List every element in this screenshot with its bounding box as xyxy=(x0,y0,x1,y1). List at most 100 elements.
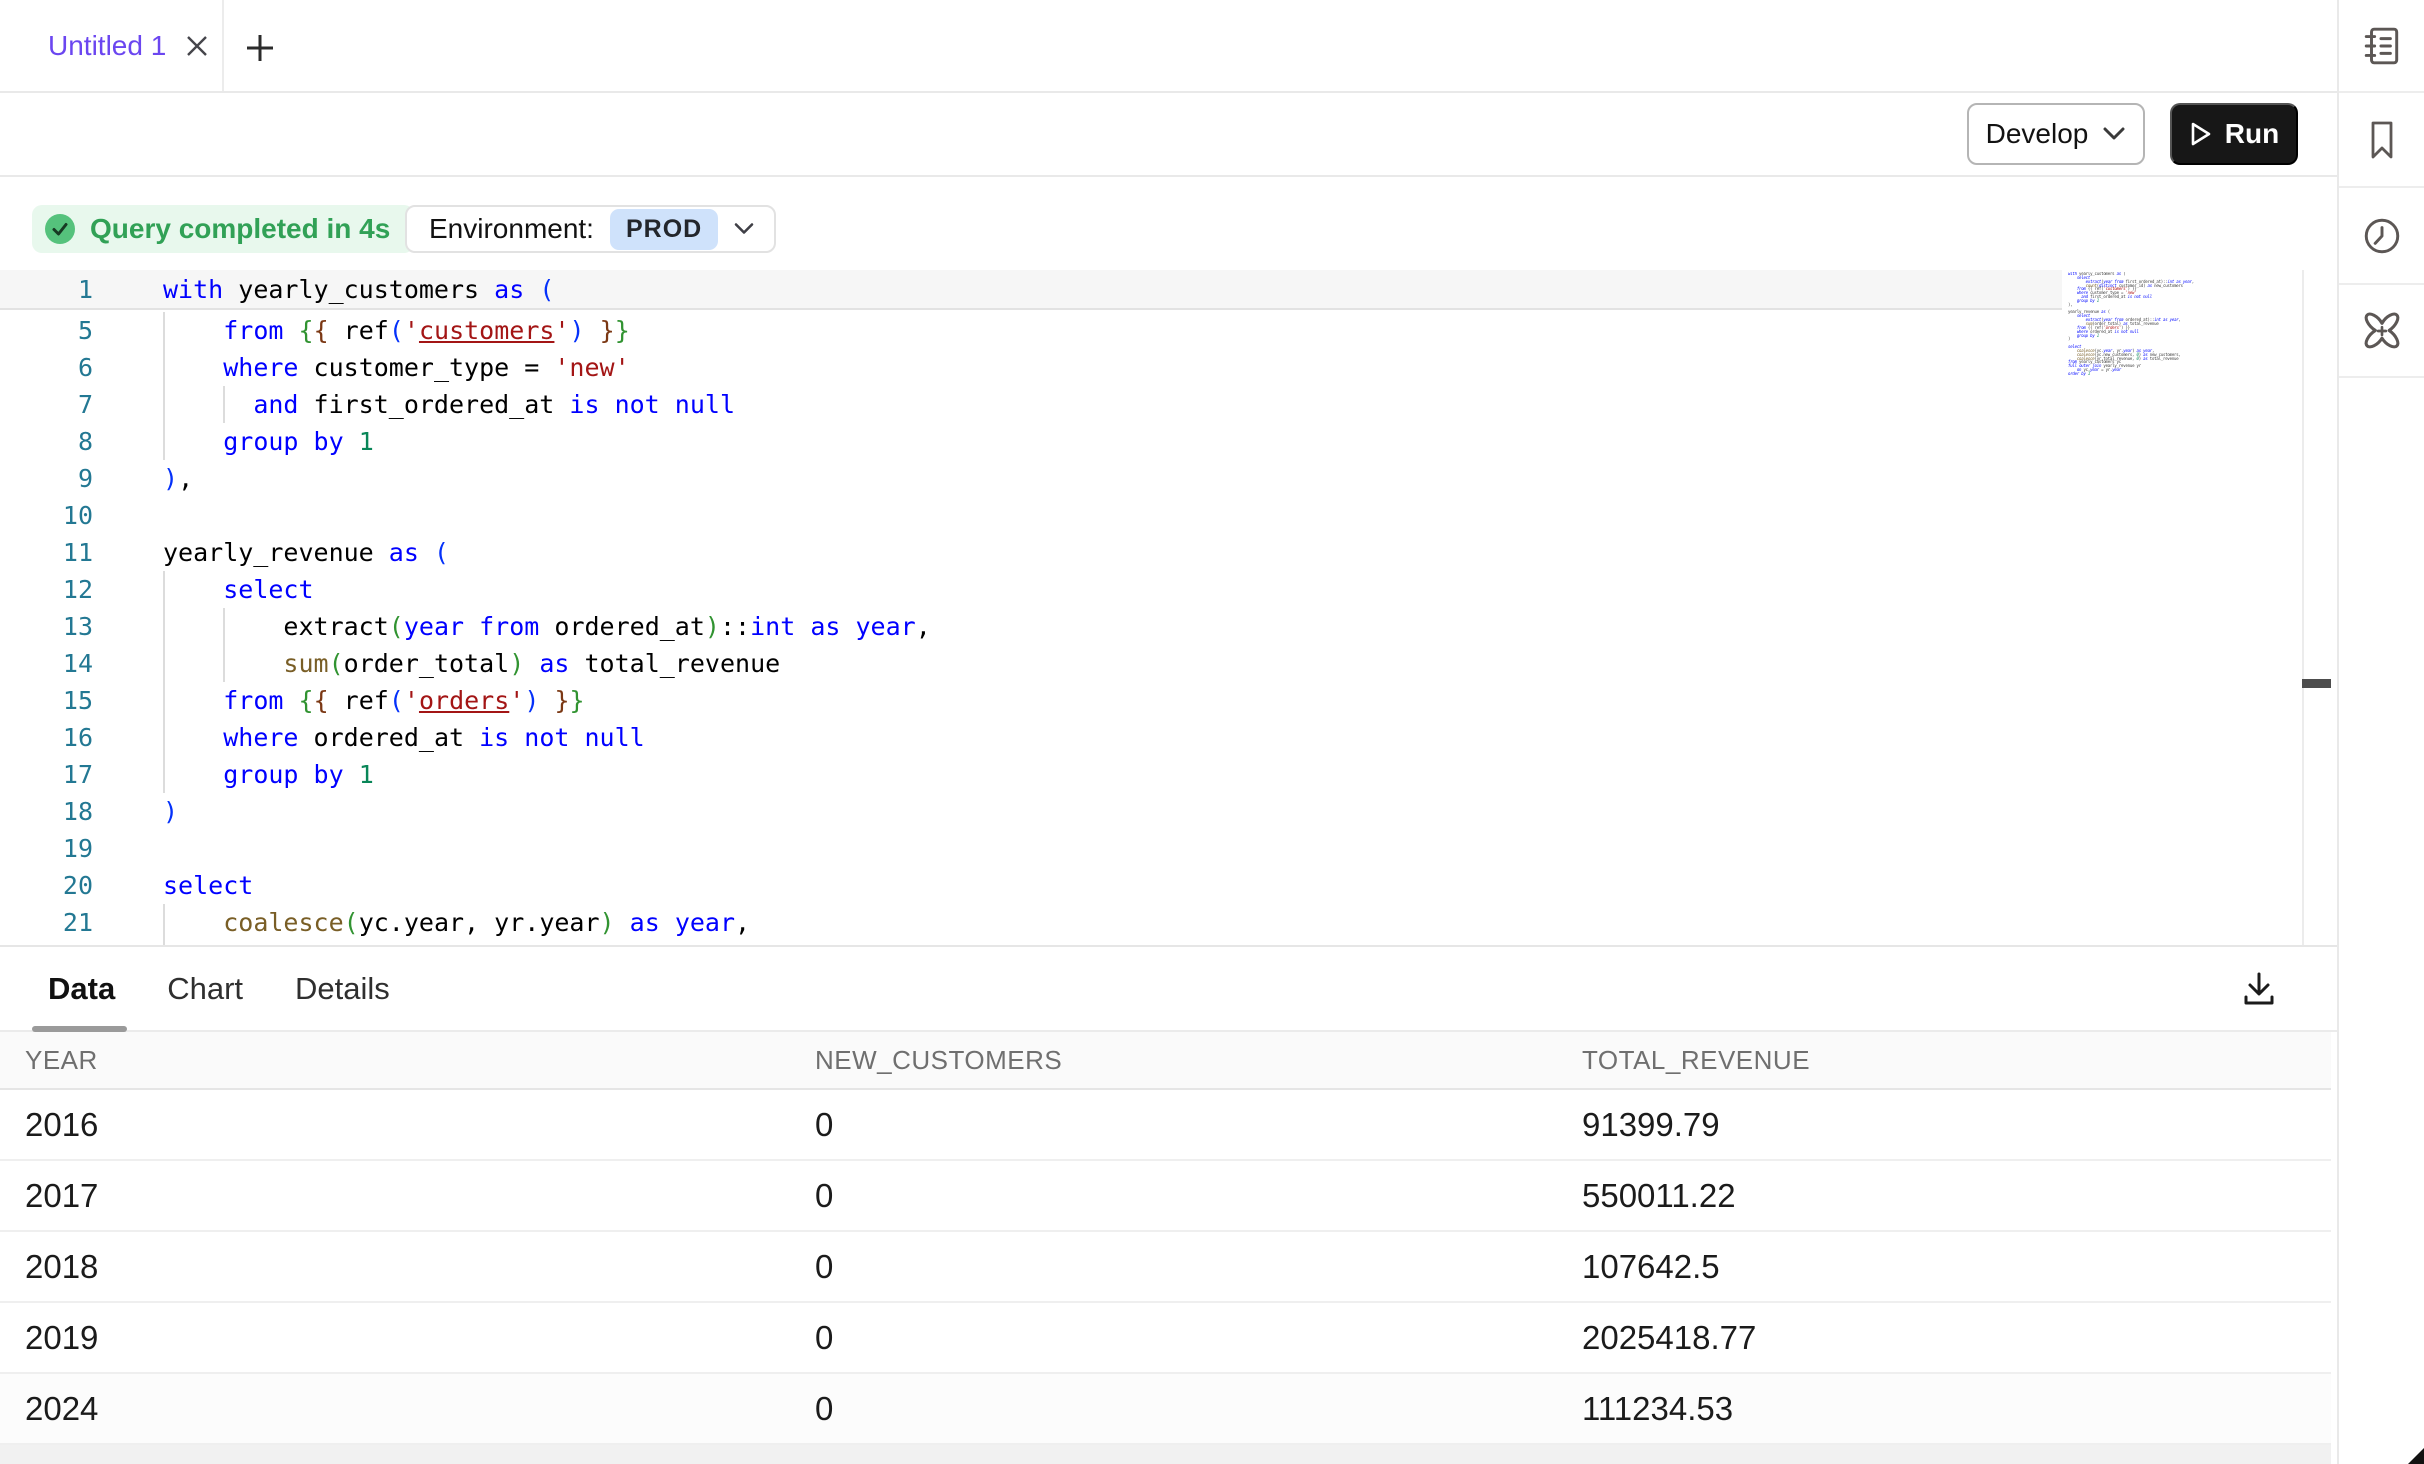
line-number: 15 xyxy=(0,682,93,719)
code-text: select xyxy=(163,867,253,904)
chevron-down-icon xyxy=(2102,126,2126,142)
code-line-21[interactable]: 21 coalesce(yc.year, yr.year) as year, xyxy=(0,904,2300,941)
sidebar-notebook-button[interactable] xyxy=(2339,0,2424,93)
sql-editor[interactable]: 1 with yearly_customers as ( 5 from {{ r… xyxy=(0,270,2337,945)
table-scroll-strip[interactable] xyxy=(0,1445,2331,1464)
download-results-button[interactable] xyxy=(2234,964,2284,1014)
table-cell: 0 xyxy=(815,1177,1582,1215)
table-cell: 2018 xyxy=(25,1248,815,1286)
code-line-9[interactable]: 9), xyxy=(0,460,2300,497)
table-body: 2016091399.7920170550011.2220180107642.5… xyxy=(0,1090,2331,1445)
code-text: ), xyxy=(163,460,193,497)
table-cell: 550011.22 xyxy=(1582,1177,2331,1215)
download-icon xyxy=(2240,970,2278,1008)
tab-details[interactable]: Details xyxy=(295,947,390,1030)
run-button[interactable]: Run xyxy=(2170,103,2298,165)
close-icon[interactable] xyxy=(182,31,212,61)
table-cell: 91399.79 xyxy=(1582,1106,2331,1144)
line-number: 13 xyxy=(0,608,93,645)
table-cell: 0 xyxy=(815,1106,1582,1144)
sidebar-history-button[interactable] xyxy=(2339,188,2424,285)
toolbar: Develop Run xyxy=(0,93,2337,177)
query-status-badge: Query completed in 4s xyxy=(32,205,414,253)
tab-untitled-1[interactable]: Untitled 1 xyxy=(0,0,224,91)
code-text: and first_ordered_at is not null xyxy=(163,386,735,423)
table-cell: 2025418.77 xyxy=(1582,1319,2331,1357)
sticky-scroll-line[interactable]: 1 with yearly_customers as ( xyxy=(0,270,2062,310)
tab-bar: Untitled 1 xyxy=(0,0,2337,93)
code-line-19[interactable]: 19 xyxy=(0,830,2300,867)
line-number: 18 xyxy=(0,793,93,830)
develop-button[interactable]: Develop xyxy=(1967,103,2145,165)
editor-splitter xyxy=(2302,270,2304,945)
code-line-11[interactable]: 11yearly_revenue as ( xyxy=(0,534,2300,571)
table-cell: 111234.53 xyxy=(1582,1390,2331,1428)
code-text: sum(order_total) as total_revenue xyxy=(163,645,780,682)
line-number: 5 xyxy=(0,312,93,349)
column-header-total-revenue: TOTAL_REVENUE xyxy=(1582,1045,2331,1076)
tab-details-label: Details xyxy=(295,971,390,1007)
table-row: 20170550011.22 xyxy=(0,1161,2331,1232)
lineage-icon xyxy=(2360,309,2404,353)
code-line-17[interactable]: 17 group by 1 xyxy=(0,756,2300,793)
code-line-14[interactable]: 14 sum(order_total) as total_revenue xyxy=(0,645,2300,682)
tab-data-label: Data xyxy=(48,971,115,1007)
code-line-6[interactable]: 6 where customer_type = 'new' xyxy=(0,349,2300,386)
code-text: where ordered_at is not null xyxy=(163,719,645,756)
table-cell: 2016 xyxy=(25,1106,815,1144)
plus-icon xyxy=(243,31,277,65)
code-line-20[interactable]: 20select xyxy=(0,867,2300,904)
new-tab-button[interactable] xyxy=(240,28,280,68)
code-line-10[interactable]: 10 xyxy=(0,497,2300,534)
line-number: 10 xyxy=(0,497,93,534)
results-panel: Data Chart Details YEAR NEW_CUSTOMERS TO… xyxy=(0,945,2337,1464)
column-header-year: YEAR xyxy=(25,1045,815,1076)
play-icon xyxy=(2189,121,2213,147)
splitter-drag-handle[interactable] xyxy=(2302,679,2331,688)
table-row: 20240111234.53 xyxy=(0,1374,2331,1445)
tab-data[interactable]: Data xyxy=(48,947,115,1030)
table-row: 20180107642.5 xyxy=(0,1232,2331,1303)
code-line-16[interactable]: 16 where ordered_at is not null xyxy=(0,719,2300,756)
tab-chart-label: Chart xyxy=(167,971,243,1007)
environment-label: Environment: xyxy=(429,213,594,245)
tab-chart[interactable]: Chart xyxy=(167,947,243,1030)
environment-selector[interactable]: Environment: PROD xyxy=(405,205,776,253)
line-number: 16 xyxy=(0,719,93,756)
line-number: 17 xyxy=(0,756,93,793)
code-text: where customer_type = 'new' xyxy=(163,349,630,386)
status-row: Query completed in 4s Environment: PROD xyxy=(0,177,2337,270)
notebook-icon xyxy=(2361,25,2403,67)
code-line-18[interactable]: 18) xyxy=(0,793,2300,830)
sidebar-lineage-button[interactable] xyxy=(2339,285,2424,378)
line-number: 8 xyxy=(0,423,93,460)
code-line-7[interactable]: 7 and first_ordered_at is not null xyxy=(0,386,2300,423)
resize-corner[interactable] xyxy=(2408,1448,2424,1464)
table-row: 201902025418.77 xyxy=(0,1303,2331,1374)
develop-button-label: Develop xyxy=(1986,118,2089,150)
column-header-new-customers: NEW_CUSTOMERS xyxy=(815,1045,1582,1076)
code-text: coalesce(yc.year, yr.year) as year, xyxy=(163,904,750,941)
table-header-row: YEAR NEW_CUSTOMERS TOTAL_REVENUE xyxy=(0,1032,2331,1090)
code-line-8[interactable]: 8 group by 1 xyxy=(0,423,2300,460)
line-number: 12 xyxy=(0,571,93,608)
table-cell: 107642.5 xyxy=(1582,1248,2331,1286)
code-text: yearly_revenue as ( xyxy=(163,534,449,571)
code-line-13[interactable]: 13 extract(year from ordered_at)::int as… xyxy=(0,608,2300,645)
line-number: 9 xyxy=(0,460,93,497)
code-text: ) xyxy=(163,793,178,830)
code-text: with yearly_customers as ( xyxy=(163,270,554,310)
sidebar-bookmarks-button[interactable] xyxy=(2339,93,2424,188)
results-tab-bar: Data Chart Details xyxy=(0,947,2337,1032)
code-line-5[interactable]: 5 from {{ ref('customers') }} xyxy=(0,312,2300,349)
line-number: 6 xyxy=(0,349,93,386)
code-text: select xyxy=(163,571,314,608)
check-circle-icon xyxy=(44,213,76,245)
line-number: 7 xyxy=(0,386,93,423)
code-line-15[interactable]: 15 from {{ ref('orders') }} xyxy=(0,682,2300,719)
code-line-12[interactable]: 12 select xyxy=(0,571,2300,608)
minimap[interactable]: with yearly_customers as ( select extrac… xyxy=(2068,272,2208,378)
code-text: from {{ ref('customers') }} xyxy=(163,312,630,349)
table-cell: 2019 xyxy=(25,1319,815,1357)
history-icon xyxy=(2361,215,2403,257)
